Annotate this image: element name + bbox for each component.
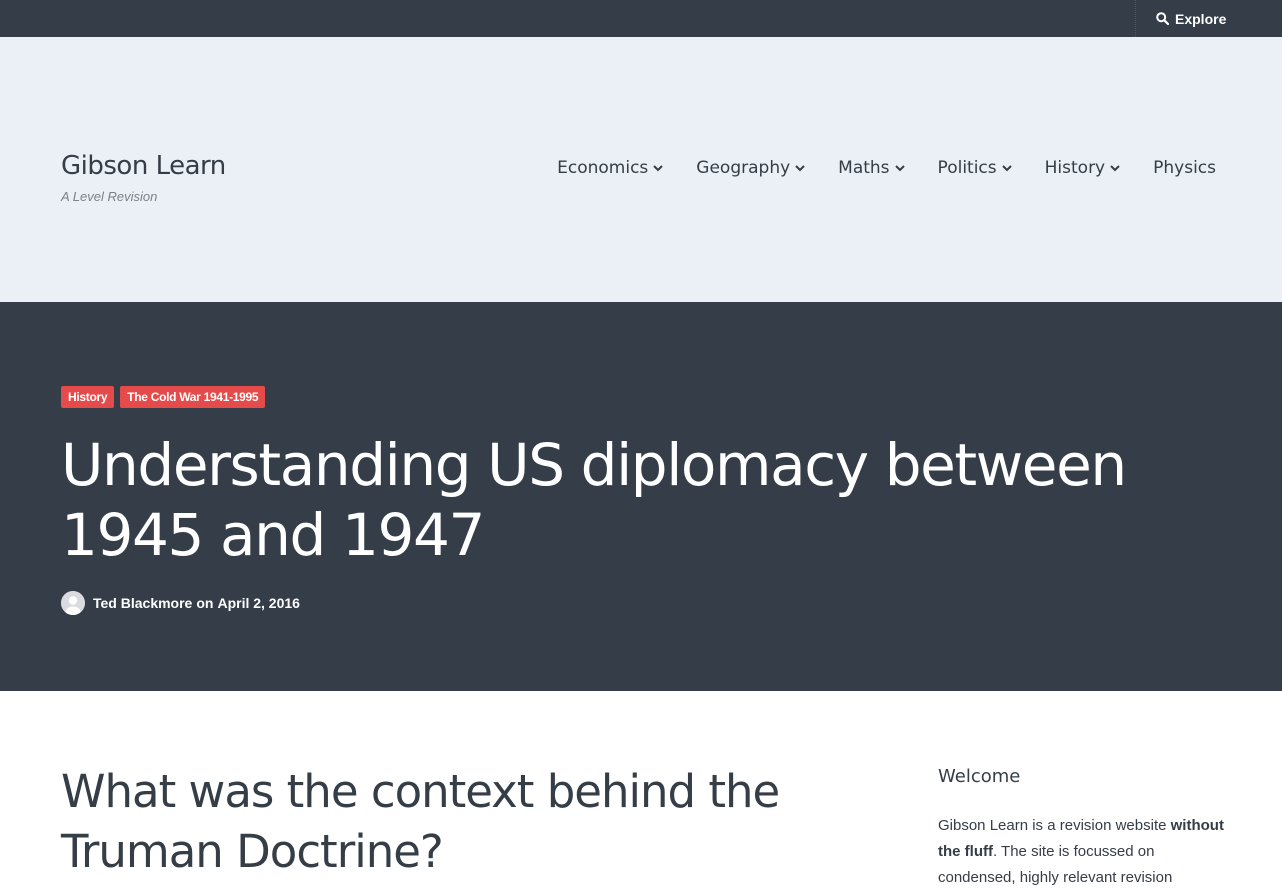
explore-label: Explore <box>1175 10 1227 27</box>
post-hero: History The Cold War 1941-1995 Understan… <box>0 302 1282 691</box>
explore-button[interactable]: Explore <box>1135 0 1235 37</box>
widget-title: Welcome <box>938 766 1021 787</box>
tag-cold-war[interactable]: The Cold War 1941-1995 <box>120 386 266 408</box>
site-header: Gibson Learn A Level Revision Economics … <box>0 37 1282 302</box>
user-icon <box>61 591 85 615</box>
search-icon <box>1156 12 1169 25</box>
site-tagline: A Level Revision <box>61 189 158 204</box>
nav-item-label: Maths <box>838 158 890 178</box>
site-title[interactable]: Gibson Learn <box>61 151 226 181</box>
post-author[interactable]: Ted Blackmore <box>93 595 192 611</box>
sidebar-welcome-widget: Welcome Gibson Learn is a revision websi… <box>938 766 1228 891</box>
nav-item-label: Economics <box>557 158 649 178</box>
post-meta-on: on <box>196 595 214 611</box>
nav-item-economics[interactable]: Economics <box>557 158 664 178</box>
post-date: April 2, 2016 <box>217 595 300 611</box>
article-heading: What was the context behind the Truman D… <box>61 765 780 878</box>
chevron-down-icon <box>1110 164 1120 171</box>
nav-item-maths[interactable]: Maths <box>838 158 905 178</box>
nav-item-geography[interactable]: Geography <box>696 158 805 178</box>
widget-text: Gibson Learn is a revision website witho… <box>938 813 1228 891</box>
tag-history[interactable]: History <box>61 386 115 408</box>
widget-text-intro: Gibson Learn is a revision website <box>938 817 1171 834</box>
nav-item-label: Geography <box>696 158 791 178</box>
nav-item-label: Politics <box>937 158 997 178</box>
chevron-down-icon <box>795 164 805 171</box>
nav-item-physics[interactable]: Physics <box>1153 158 1216 178</box>
nav-item-politics[interactable]: Politics <box>938 158 1012 178</box>
chevron-down-icon <box>1001 164 1012 171</box>
nav-item-history[interactable]: History <box>1045 158 1120 178</box>
avatar[interactable] <box>61 591 85 615</box>
post-title: Understanding US diplomacy between 1945 … <box>61 431 1127 569</box>
nav-item-label: History <box>1044 158 1106 178</box>
nav-item-label: Physics <box>1153 158 1216 178</box>
chevron-down-icon <box>894 164 905 171</box>
top-bar: Explore <box>0 0 1282 37</box>
main-nav: Economics Geography Maths Politics Histo… <box>524 158 1216 178</box>
post-meta: Ted Blackmore on April 2, 2016 <box>61 591 300 615</box>
chevron-down-icon <box>653 164 664 171</box>
post-tags: History The Cold War 1941-1995 <box>61 386 271 408</box>
